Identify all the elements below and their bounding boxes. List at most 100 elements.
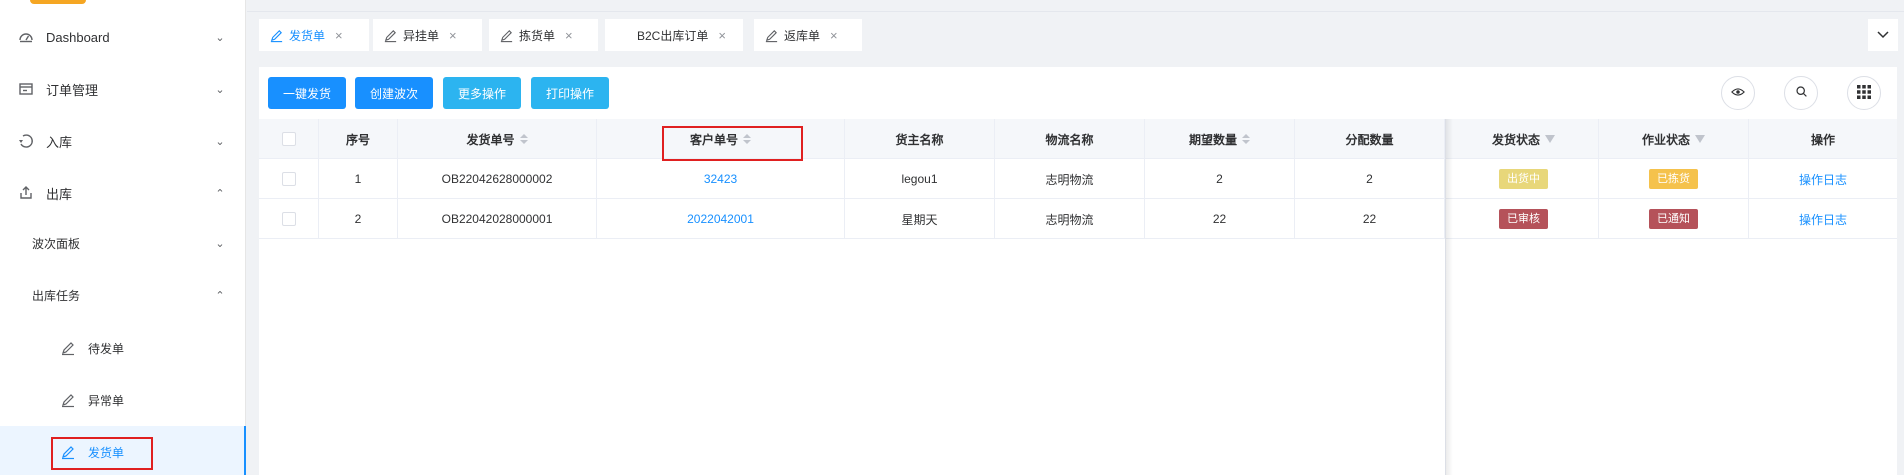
tabs-dropdown-button[interactable] xyxy=(1868,19,1898,51)
operation-log-link[interactable]: 操作日志 xyxy=(1799,171,1847,188)
tab-abnormal-hold[interactable]: 异挂单 × xyxy=(373,19,482,51)
close-icon[interactable]: × xyxy=(830,28,838,43)
cell-work-status: 已通知 xyxy=(1599,199,1749,239)
highlight-box xyxy=(662,126,803,161)
tab-return-order[interactable]: 返库单 × xyxy=(754,19,862,51)
row-checkbox[interactable] xyxy=(281,212,296,226)
table-row: 1 OB22042628000002 32423 legou1 志明物流 2 2… xyxy=(259,159,1897,199)
header-logistics: 物流名称 xyxy=(995,119,1145,159)
header-order-no[interactable]: 发货单号 xyxy=(398,119,597,159)
header-label: 操作 xyxy=(1810,132,1835,147)
print-actions-button[interactable]: 打印操作 xyxy=(531,77,609,109)
edit-icon xyxy=(383,27,399,43)
edit-icon xyxy=(269,27,285,43)
header-label: 分配数量 xyxy=(1345,132,1394,147)
edit-icon xyxy=(60,391,78,409)
cell-logistics: 志明物流 xyxy=(995,199,1145,239)
customer-no-link[interactable]: 32423 xyxy=(704,172,737,186)
edit-icon xyxy=(764,27,780,43)
header-label: 期望数量 xyxy=(1188,132,1237,147)
header-label: 作业状态 xyxy=(1641,132,1690,147)
header-label: 发货状态 xyxy=(1491,132,1540,147)
cell-action: 操作日志 xyxy=(1749,199,1897,239)
dashboard-icon xyxy=(16,27,36,47)
tab-label: 返库单 xyxy=(784,28,821,43)
customer-no-link[interactable]: 2022042001 xyxy=(687,212,754,226)
sidebar-item-outbound-tasks[interactable]: 出库任务 ⌃ xyxy=(0,269,246,321)
more-actions-button[interactable]: 更多操作 xyxy=(443,77,521,109)
row-select-cell xyxy=(259,159,319,199)
sidebar-item-label: 出库任务 xyxy=(32,288,81,303)
search-button[interactable] xyxy=(1784,76,1818,110)
eye-icon xyxy=(1731,85,1745,102)
tab-b2c-outbound[interactable]: B2C出库订单 × xyxy=(605,19,743,51)
sidebar-item-exception[interactable]: 异常单 xyxy=(0,374,246,426)
view-toggle-button[interactable] xyxy=(1721,76,1755,110)
select-all-cell xyxy=(259,119,319,159)
select-all-checkbox[interactable] xyxy=(281,132,296,146)
chevron-down-icon: ⌄ xyxy=(215,83,225,96)
create-wave-button[interactable]: 创建波次 xyxy=(355,77,433,109)
tab-shipping-order[interactable]: 发货单 × xyxy=(259,19,369,51)
tab-label: B2C出库订单 xyxy=(637,28,709,43)
operation-log-link[interactable]: 操作日志 xyxy=(1799,211,1847,228)
cell-action: 操作日志 xyxy=(1749,159,1897,199)
sort-icon[interactable] xyxy=(519,134,528,144)
cell-index: 2 xyxy=(319,199,398,239)
sidebar-item-orders[interactable]: 订单管理 ⌄ xyxy=(0,63,246,115)
header-ship-status[interactable]: 发货状态 xyxy=(1449,119,1599,159)
content-card: 一键发货 创建波次 更多操作 打印操作 序号 发货单号 客户单号 货主名称 物流… xyxy=(259,67,1897,475)
cell-allocated: 2 xyxy=(1295,159,1445,199)
sidebar-item-dashboard[interactable]: Dashboard ⌄ xyxy=(0,11,246,63)
sidebar-item-pending-ship[interactable]: 待发单 xyxy=(0,322,246,374)
tab-picking-order[interactable]: 拣货单 × xyxy=(489,19,598,51)
cell-expected: 22 xyxy=(1145,199,1295,239)
sidebar-item-label: Dashboard xyxy=(46,29,110,45)
sidebar-item-label: 波次面板 xyxy=(32,236,81,251)
filter-icon[interactable] xyxy=(1545,135,1555,143)
header-label: 货主名称 xyxy=(895,132,944,147)
cell-ship-status: 出货中 xyxy=(1449,159,1599,199)
chevron-down-icon: ⌄ xyxy=(215,31,225,44)
header-expected[interactable]: 期望数量 xyxy=(1145,119,1295,159)
inbound-icon xyxy=(16,131,36,151)
close-icon[interactable]: × xyxy=(449,28,457,43)
cell-index: 1 xyxy=(319,159,398,199)
chevron-down-icon xyxy=(1877,28,1889,42)
chevron-down-icon: ⌄ xyxy=(215,135,225,148)
row-checkbox[interactable] xyxy=(281,172,296,186)
table-header: 序号 发货单号 客户单号 货主名称 物流名称 期望数量 分配数量 发货状态 作业… xyxy=(259,119,1897,159)
columns-settings-button[interactable] xyxy=(1847,76,1881,110)
cell-owner: 星期天 xyxy=(845,199,995,239)
close-icon[interactable]: × xyxy=(565,28,573,43)
close-icon[interactable]: × xyxy=(335,28,343,43)
header-label: 发货单号 xyxy=(466,132,515,147)
sidebar: Dashboard ⌄ 订单管理 ⌄ 入库 ⌄ 出库 ⌃ 波次面板 ⌄ 出库任务… xyxy=(0,0,246,475)
sidebar-item-wave-panel[interactable]: 波次面板 ⌄ xyxy=(0,217,246,269)
logo xyxy=(30,0,86,4)
sidebar-item-inbound[interactable]: 入库 ⌄ xyxy=(0,115,246,167)
top-header xyxy=(247,0,1904,12)
chevron-down-icon: ⌄ xyxy=(215,237,225,250)
cell-allocated: 22 xyxy=(1295,199,1445,239)
close-icon[interactable]: × xyxy=(718,28,726,43)
sidebar-item-outbound[interactable]: 出库 ⌃ xyxy=(0,167,246,219)
order-icon xyxy=(16,79,36,99)
header-work-status[interactable]: 作业状态 xyxy=(1599,119,1749,159)
sort-icon[interactable] xyxy=(1242,134,1250,144)
cell-logistics: 志明物流 xyxy=(995,159,1145,199)
one-click-ship-button[interactable]: 一键发货 xyxy=(268,77,346,109)
edit-icon xyxy=(499,27,515,43)
header-label: 物流名称 xyxy=(1045,132,1094,147)
sidebar-item-label: 入库 xyxy=(46,134,73,150)
chevron-up-icon: ⌃ xyxy=(215,289,225,302)
cell-expected: 2 xyxy=(1145,159,1295,199)
cell-work-status: 已拣货 xyxy=(1599,159,1749,199)
header-allocated: 分配数量 xyxy=(1295,119,1445,159)
highlight-box xyxy=(51,437,153,470)
filter-icon[interactable] xyxy=(1695,135,1705,143)
fixed-column-divider xyxy=(1445,119,1453,475)
status-badge: 已拣货 xyxy=(1649,169,1698,189)
tab-label: 异挂单 xyxy=(403,28,440,43)
cell-ship-status: 已审核 xyxy=(1449,199,1599,239)
